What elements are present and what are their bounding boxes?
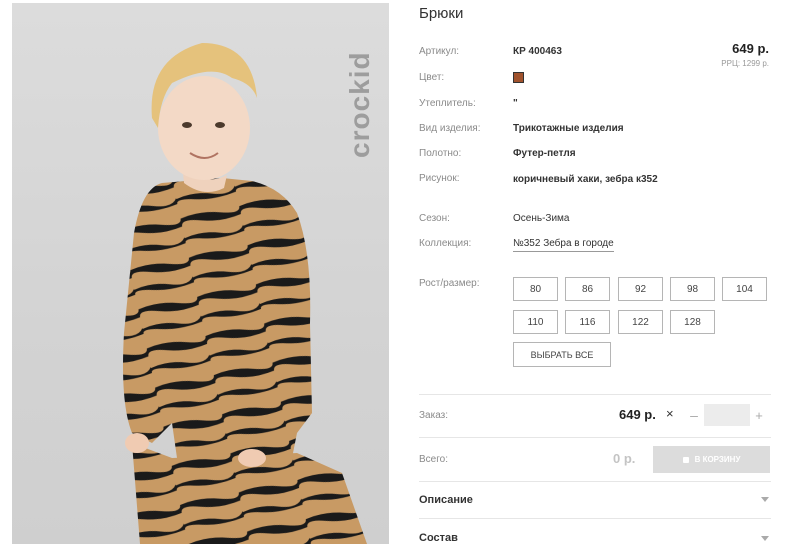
quantity-increment-button[interactable]: +: [752, 404, 766, 426]
cart-icon: [682, 456, 689, 463]
add-to-cart-button[interactable]: В КОРЗИНУ: [653, 446, 770, 473]
spec-value-fabric: Футер-петля: [513, 148, 576, 159]
size-option-128[interactable]: 128: [670, 310, 715, 334]
spec-label-item-type: Вид изделия:: [419, 123, 481, 134]
quantity-decrement-button[interactable]: –: [687, 404, 701, 426]
spec-value-article: КР 400463: [513, 46, 562, 57]
brand-logo: crockid: [344, 51, 375, 158]
chevron-down-icon[interactable]: [761, 536, 769, 541]
child-model-illustration: [123, 43, 367, 544]
total-label: Всего:: [419, 454, 448, 465]
multiply-sign: ×: [666, 406, 674, 421]
divider: [419, 437, 771, 438]
size-option-110[interactable]: 110: [513, 310, 558, 334]
spec-label-season: Сезон:: [419, 213, 450, 224]
order-label: Заказ:: [419, 410, 449, 421]
accordion-composition-title[interactable]: Состав: [419, 532, 458, 544]
color-swatch[interactable]: [513, 72, 524, 83]
divider: [419, 394, 771, 395]
add-to-cart-label: В КОРЗИНУ: [694, 455, 741, 464]
total-value: 0 р.: [613, 451, 636, 466]
spec-value-season: Осень-Зима: [513, 213, 570, 224]
chevron-down-icon[interactable]: [761, 497, 769, 502]
divider: [419, 481, 771, 482]
size-option-116[interactable]: 116: [565, 310, 610, 334]
size-option-80[interactable]: 80: [513, 277, 558, 301]
product-photo[interactable]: crockid: [12, 3, 389, 544]
product-details-panel: Брюки Артикул: КР 400463 649 р. РРЦ: 129…: [419, 0, 771, 544]
spec-label-pattern: Рисунок:: [419, 173, 460, 184]
spec-label-article: Артикул:: [419, 46, 460, 57]
spec-label-fabric: Полотно:: [419, 148, 462, 159]
spec-value-pattern: коричневый хаки, зебра к352: [513, 174, 658, 185]
order-price: 649 р.: [619, 407, 656, 422]
quantity-input[interactable]: [704, 404, 750, 426]
select-all-sizes-button[interactable]: ВЫБРАТЬ ВСЕ: [513, 342, 611, 367]
accordion-description-title[interactable]: Описание: [419, 494, 473, 506]
size-option-104[interactable]: 104: [722, 277, 767, 301]
size-option-98[interactable]: 98: [670, 277, 715, 301]
collection-link[interactable]: №352 Зебра в городе: [513, 238, 614, 252]
recommended-retail-price: РРЦ: 1299 р.: [721, 59, 769, 68]
spec-label-insulation: Утеплитель:: [419, 98, 476, 109]
divider: [419, 518, 771, 519]
spec-value-item-type: Трикотажные изделия: [513, 123, 624, 134]
spec-label-color: Цвет:: [419, 72, 445, 83]
size-option-86[interactable]: 86: [565, 277, 610, 301]
size-option-122[interactable]: 122: [618, 310, 663, 334]
size-option-92[interactable]: 92: [618, 277, 663, 301]
product-price: 649 р.: [732, 41, 769, 56]
spec-value-insulation: ": [513, 98, 518, 109]
size-label: Рост/размер:: [419, 278, 480, 289]
product-title: Брюки: [419, 5, 464, 22]
spec-label-collection: Коллекция:: [419, 238, 472, 249]
